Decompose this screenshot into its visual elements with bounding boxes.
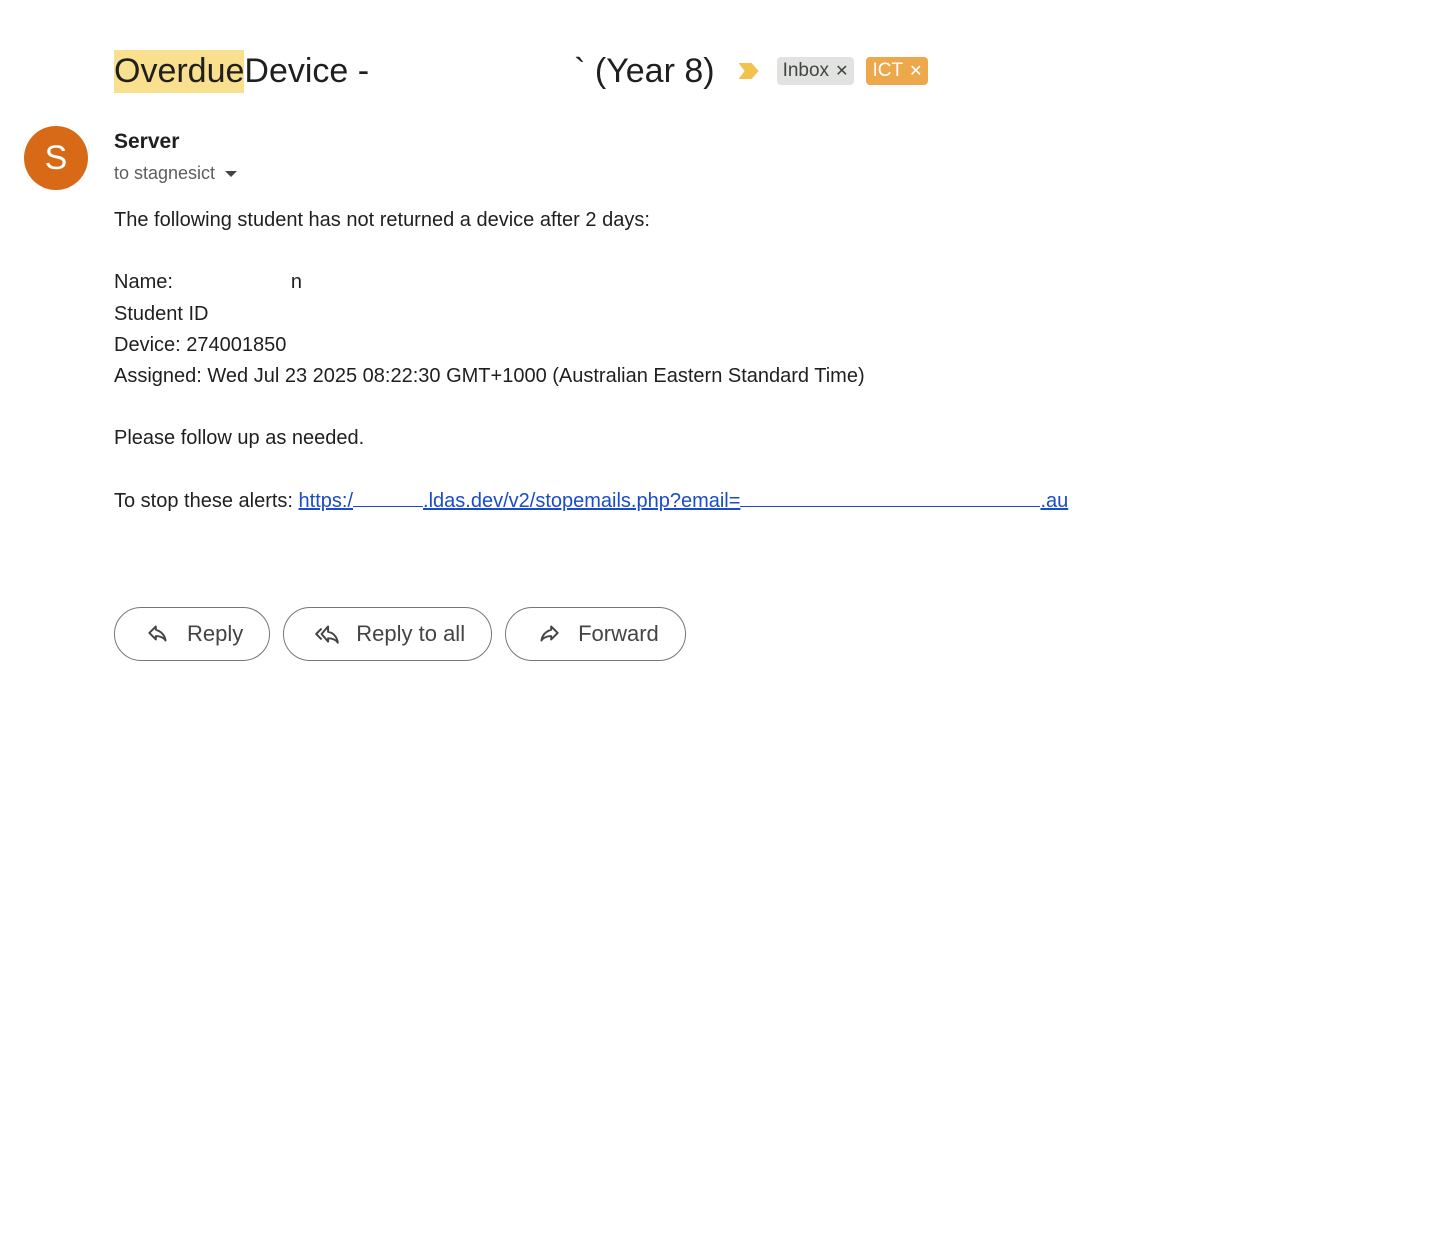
intro-text: The following student has not returned a… — [114, 209, 650, 231]
stop-alerts-line: To stop these alerts: https:/.ldas.dev/v… — [114, 486, 1068, 517]
forward-icon — [540, 625, 559, 642]
reply-button[interactable]: Reply — [114, 607, 271, 661]
assigned-line: Assigned: Wed Jul 23 2025 08:22:30 GMT+1… — [114, 365, 865, 388]
sender-name[interactable]: Server — [114, 130, 179, 154]
name-fragment: n — [290, 271, 303, 294]
name-line: Name: n — [114, 267, 1068, 298]
sender-avatar[interactable]: S — [24, 126, 88, 190]
reply-icon — [148, 625, 167, 642]
stop-alerts-link[interactable]: https:/.ldas.dev/v2/stopemails.php?email… — [299, 490, 1069, 512]
label-name: ICT — [872, 60, 904, 81]
reply-actions: Reply Reply to all Forward — [114, 607, 686, 661]
subject-text: Device - — [244, 51, 370, 90]
name-label: Name: — [114, 271, 173, 294]
email-body: The following student has not returned a… — [114, 205, 1068, 517]
recipient-line: to stagnesict — [114, 163, 238, 184]
reply-all-icon — [315, 625, 340, 644]
forward-button[interactable]: Forward — [505, 607, 686, 661]
recipient-text: to stagnesict — [114, 163, 216, 183]
remove-label-icon[interactable]: ✕ — [835, 61, 848, 81]
reply-all-label: Reply to all — [356, 621, 466, 646]
reply-all-button[interactable]: Reply to all — [283, 607, 493, 661]
importance-marker-icon[interactable] — [738, 63, 759, 79]
stop-label: To stop these alerts: — [114, 489, 299, 512]
student-id-line: Student ID — [114, 302, 209, 325]
forward-label: Forward — [578, 621, 659, 646]
device-line: Device: 274001850 — [114, 333, 287, 356]
label-ict: ICT ✕ — [866, 57, 929, 85]
subject-text-end: ` (Year 8) — [574, 51, 715, 90]
follow-up-text: Please follow up as needed. — [114, 427, 365, 450]
label-inbox: Inbox ✕ — [776, 57, 855, 85]
subject-highlight: Overdue — [114, 49, 245, 93]
show-details-icon[interactable] — [225, 170, 238, 177]
email-subject: Overdue Device - ` (Year 8) Inbox ✕ ICT ✕ — [114, 48, 929, 94]
reply-label: Reply — [187, 621, 244, 646]
remove-label-icon[interactable]: ✕ — [909, 61, 922, 81]
label-name: Inbox — [782, 60, 830, 81]
